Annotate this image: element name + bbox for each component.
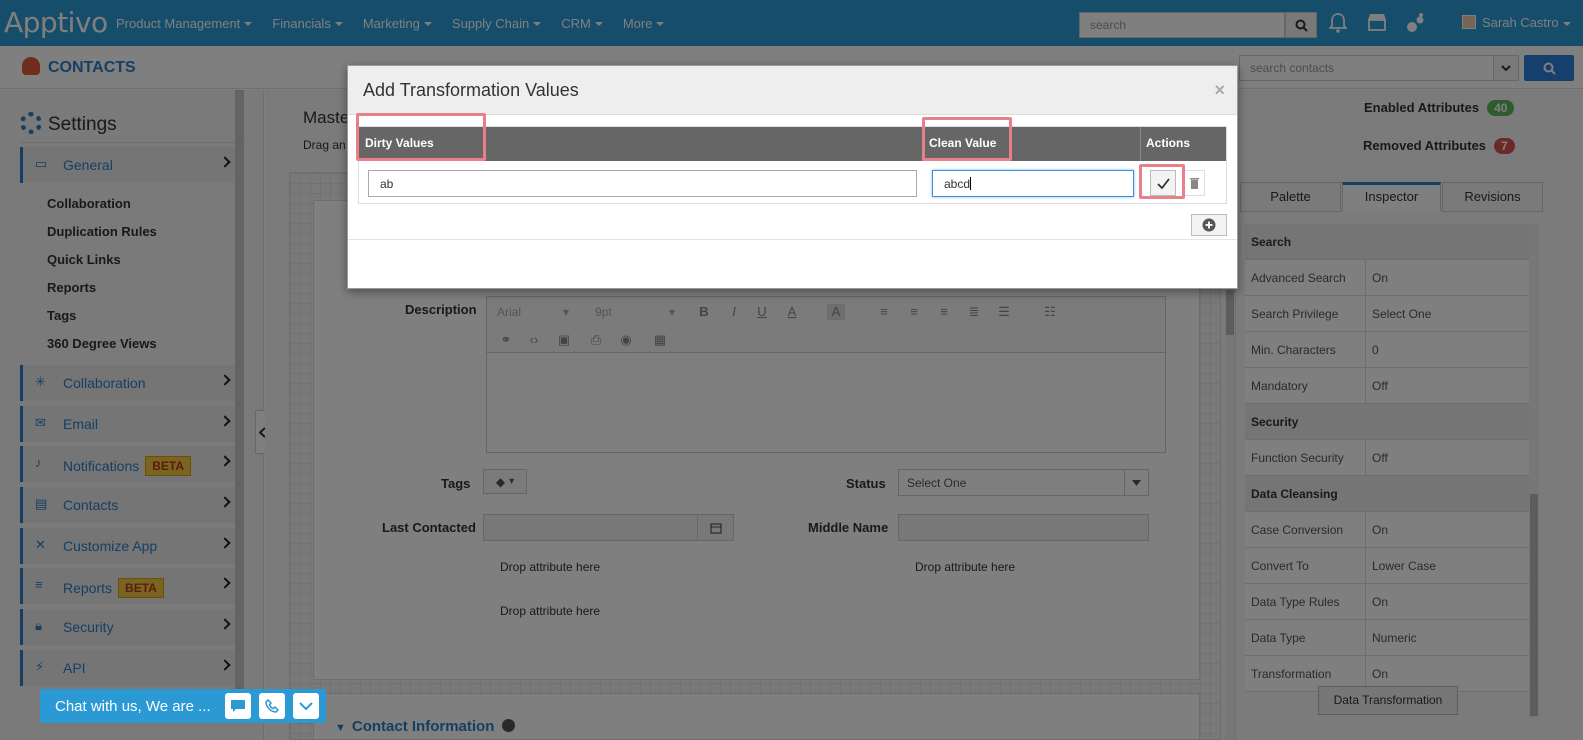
phone-icon (265, 699, 279, 713)
dialog-footer-divider (348, 239, 1237, 240)
plus-circle-icon (1202, 218, 1216, 232)
delete-button[interactable] (1183, 170, 1205, 196)
chat-widget-text: Chat with us, We are ... (55, 698, 211, 715)
highlight-box (922, 117, 1012, 161)
table-header: Dirty Values Clean Value Actions (359, 127, 1226, 161)
chat-widget[interactable]: Chat with us, We are ... (40, 689, 326, 723)
highlight-box (356, 113, 486, 161)
highlight-box (1139, 164, 1185, 199)
dialog-title: Add Transformation Values (363, 80, 579, 100)
column-divider (1140, 127, 1141, 161)
chat-minimize-button[interactable] (293, 693, 319, 719)
column-header-actions: Actions (1146, 136, 1191, 150)
chevron-down-icon (299, 701, 313, 710)
clean-value-input[interactable]: abcd (932, 170, 1134, 197)
dialog-header: Add Transformation Values × (348, 66, 1237, 115)
chat-message-button[interactable] (225, 693, 251, 719)
trash-icon (1189, 177, 1199, 189)
chat-call-button[interactable] (259, 693, 285, 719)
dirty-value-input[interactable]: ab (368, 170, 917, 197)
add-row-button[interactable] (1191, 214, 1227, 236)
message-icon (231, 700, 245, 712)
close-icon[interactable]: × (1214, 80, 1225, 101)
transformation-table: Dirty Values Clean Value Actions ab abcd (358, 126, 1227, 204)
add-transformation-values-dialog: Add Transformation Values × Dirty Values… (347, 65, 1238, 289)
text-cursor (970, 177, 972, 190)
